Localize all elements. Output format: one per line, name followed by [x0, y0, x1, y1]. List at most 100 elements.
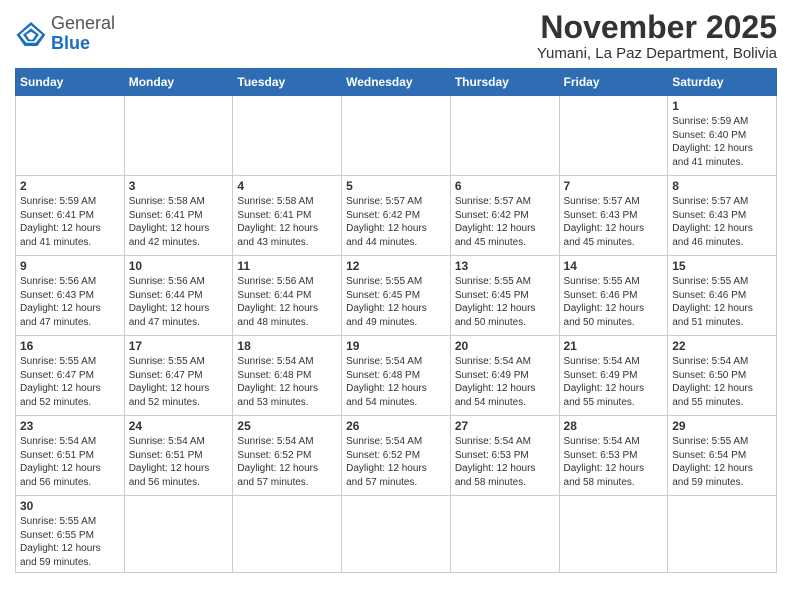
calendar-week-row: 9 Sunrise: 5:56 AM Sunset: 6:43 PM Daylig…	[16, 256, 777, 336]
day-info: Sunrise: 5:58 AM Sunset: 6:41 PM Dayligh…	[237, 195, 337, 249]
calendar-cell: 12 Sunrise: 5:55 AM Sunset: 6:45 PM Dayli…	[342, 256, 451, 336]
day-info: Sunrise: 5:55 AM Sunset: 6:55 PM Dayligh…	[20, 515, 120, 569]
day-info: Sunrise: 5:57 AM Sunset: 6:43 PM Dayligh…	[672, 195, 772, 249]
day-info: Sunrise: 5:54 AM Sunset: 6:51 PM Dayligh…	[20, 435, 120, 489]
day-info: Sunrise: 5:54 AM Sunset: 6:49 PM Dayligh…	[564, 355, 664, 409]
day-number: 13	[455, 259, 555, 273]
day-number: 12	[346, 259, 446, 273]
calendar-cell: 27 Sunrise: 5:54 AM Sunset: 6:53 PM Dayli…	[450, 416, 559, 496]
calendar-cell	[16, 96, 125, 176]
logo-text: General Blue	[51, 14, 115, 54]
day-info: Sunrise: 5:58 AM Sunset: 6:41 PM Dayligh…	[129, 195, 229, 249]
day-number: 10	[129, 259, 229, 273]
day-header-thursday: Thursday	[450, 69, 559, 96]
day-number: 16	[20, 339, 120, 353]
calendar-cell: 30Sunrise: 5:55 AM Sunset: 6:55 PM Dayli…	[16, 496, 125, 573]
calendar-cell: 17Sunrise: 5:55 AM Sunset: 6:47 PM Dayli…	[124, 336, 233, 416]
day-number: 26	[346, 419, 446, 433]
day-info: Sunrise: 5:59 AM Sunset: 6:41 PM Dayligh…	[20, 195, 120, 249]
calendar-cell	[342, 496, 451, 573]
calendar-cell	[124, 96, 233, 176]
calendar-cell: 29Sunrise: 5:55 AM Sunset: 6:54 PM Dayli…	[668, 416, 777, 496]
day-number: 2	[20, 179, 120, 193]
day-number: 4	[237, 179, 337, 193]
calendar-cell: 11 Sunrise: 5:56 AM Sunset: 6:44 PM Dayli…	[233, 256, 342, 336]
generalblue-icon	[15, 20, 47, 48]
calendar-cell: 8 Sunrise: 5:57 AM Sunset: 6:43 PM Daylig…	[668, 176, 777, 256]
location: Yumani, La Paz Department, Bolivia	[537, 45, 777, 62]
calendar-cell: 23 Sunrise: 5:54 AM Sunset: 6:51 PM Dayli…	[16, 416, 125, 496]
calendar-cell: 26Sunrise: 5:54 AM Sunset: 6:52 PM Dayli…	[342, 416, 451, 496]
day-info: Sunrise: 5:55 AM Sunset: 6:47 PM Dayligh…	[20, 355, 120, 409]
calendar-cell: 4 Sunrise: 5:58 AM Sunset: 6:41 PM Daylig…	[233, 176, 342, 256]
day-number: 8	[672, 179, 772, 193]
calendar-cell: 14 Sunrise: 5:55 AM Sunset: 6:46 PM Dayli…	[559, 256, 668, 336]
day-info: Sunrise: 5:54 AM Sunset: 6:48 PM Dayligh…	[346, 355, 446, 409]
calendar-cell: 13 Sunrise: 5:55 AM Sunset: 6:45 PM Dayli…	[450, 256, 559, 336]
day-number: 21	[564, 339, 664, 353]
day-number: 23	[20, 419, 120, 433]
calendar-cell	[124, 496, 233, 573]
calendar-cell	[450, 496, 559, 573]
day-number: 22	[672, 339, 772, 353]
day-number: 27	[455, 419, 555, 433]
day-info: Sunrise: 5:59 AM Sunset: 6:40 PM Dayligh…	[672, 115, 772, 169]
day-header-friday: Friday	[559, 69, 668, 96]
calendar-cell: 16 Sunrise: 5:55 AM Sunset: 6:47 PM Dayli…	[16, 336, 125, 416]
calendar-week-row: 1Sunrise: 5:59 AM Sunset: 6:40 PM Daylig…	[16, 96, 777, 176]
day-info: Sunrise: 5:55 AM Sunset: 6:46 PM Dayligh…	[564, 275, 664, 329]
calendar-cell: 28Sunrise: 5:54 AM Sunset: 6:53 PM Dayli…	[559, 416, 668, 496]
calendar-cell: 3Sunrise: 5:58 AM Sunset: 6:41 PM Daylig…	[124, 176, 233, 256]
day-number: 19	[346, 339, 446, 353]
day-number: 18	[237, 339, 337, 353]
calendar-cell: 21 Sunrise: 5:54 AM Sunset: 6:49 PM Dayli…	[559, 336, 668, 416]
page-header: General Blue November 2025 Yumani, La Pa…	[15, 10, 777, 62]
day-header-tuesday: Tuesday	[233, 69, 342, 96]
calendar-cell	[233, 96, 342, 176]
day-number: 11	[237, 259, 337, 273]
day-number: 6	[455, 179, 555, 193]
calendar-week-row: 30Sunrise: 5:55 AM Sunset: 6:55 PM Dayli…	[16, 496, 777, 573]
calendar-cell: 2 Sunrise: 5:59 AM Sunset: 6:41 PM Daylig…	[16, 176, 125, 256]
day-info: Sunrise: 5:57 AM Sunset: 6:42 PM Dayligh…	[346, 195, 446, 249]
calendar-cell: 22Sunrise: 5:54 AM Sunset: 6:50 PM Dayli…	[668, 336, 777, 416]
day-info: Sunrise: 5:54 AM Sunset: 6:52 PM Dayligh…	[237, 435, 337, 489]
day-number: 14	[564, 259, 664, 273]
calendar-header-row: SundayMondayTuesdayWednesdayThursdayFrid…	[16, 69, 777, 96]
day-info: Sunrise: 5:57 AM Sunset: 6:43 PM Dayligh…	[564, 195, 664, 249]
day-number: 29	[672, 419, 772, 433]
calendar-cell: 20 Sunrise: 5:54 AM Sunset: 6:49 PM Dayli…	[450, 336, 559, 416]
calendar-cell: 7Sunrise: 5:57 AM Sunset: 6:43 PM Daylig…	[559, 176, 668, 256]
day-info: Sunrise: 5:54 AM Sunset: 6:49 PM Dayligh…	[455, 355, 555, 409]
day-info: Sunrise: 5:56 AM Sunset: 6:44 PM Dayligh…	[237, 275, 337, 329]
day-number: 9	[20, 259, 120, 273]
day-header-saturday: Saturday	[668, 69, 777, 96]
calendar-cell	[342, 96, 451, 176]
title-area: November 2025 Yumani, La Paz Department,…	[537, 10, 777, 62]
calendar-cell: 18Sunrise: 5:54 AM Sunset: 6:48 PM Dayli…	[233, 336, 342, 416]
calendar-week-row: 16 Sunrise: 5:55 AM Sunset: 6:47 PM Dayli…	[16, 336, 777, 416]
day-header-monday: Monday	[124, 69, 233, 96]
day-info: Sunrise: 5:55 AM Sunset: 6:45 PM Dayligh…	[455, 275, 555, 329]
calendar-cell: 9 Sunrise: 5:56 AM Sunset: 6:43 PM Daylig…	[16, 256, 125, 336]
calendar-cell	[668, 496, 777, 573]
calendar-cell	[450, 96, 559, 176]
calendar-week-row: 23 Sunrise: 5:54 AM Sunset: 6:51 PM Dayli…	[16, 416, 777, 496]
calendar-cell: 24Sunrise: 5:54 AM Sunset: 6:51 PM Dayli…	[124, 416, 233, 496]
day-info: Sunrise: 5:55 AM Sunset: 6:45 PM Dayligh…	[346, 275, 446, 329]
day-info: Sunrise: 5:54 AM Sunset: 6:51 PM Dayligh…	[129, 435, 229, 489]
day-number: 20	[455, 339, 555, 353]
day-info: Sunrise: 5:55 AM Sunset: 6:46 PM Dayligh…	[672, 275, 772, 329]
logo: General Blue	[15, 10, 115, 54]
day-info: Sunrise: 5:56 AM Sunset: 6:43 PM Dayligh…	[20, 275, 120, 329]
day-info: Sunrise: 5:54 AM Sunset: 6:53 PM Dayligh…	[455, 435, 555, 489]
calendar-cell: 1Sunrise: 5:59 AM Sunset: 6:40 PM Daylig…	[668, 96, 777, 176]
day-header-wednesday: Wednesday	[342, 69, 451, 96]
day-number: 28	[564, 419, 664, 433]
month-title: November 2025	[537, 10, 777, 45]
calendar-cell: 10 Sunrise: 5:56 AM Sunset: 6:44 PM Dayli…	[124, 256, 233, 336]
day-info: Sunrise: 5:56 AM Sunset: 6:44 PM Dayligh…	[129, 275, 229, 329]
calendar-cell	[559, 96, 668, 176]
calendar-cell: 5Sunrise: 5:57 AM Sunset: 6:42 PM Daylig…	[342, 176, 451, 256]
calendar-cell: 19 Sunrise: 5:54 AM Sunset: 6:48 PM Dayli…	[342, 336, 451, 416]
